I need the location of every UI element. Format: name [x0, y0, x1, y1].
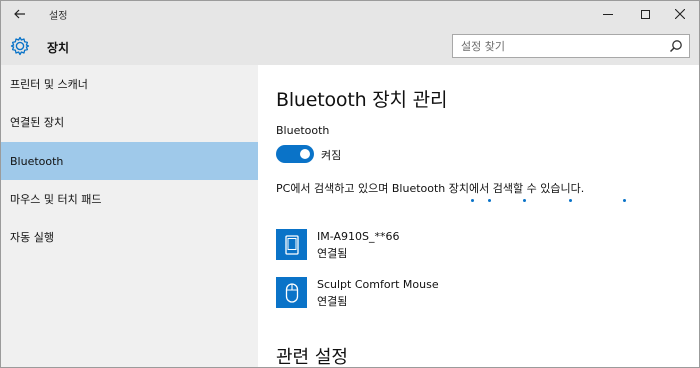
sidebar: 프린터 및 스캐너 연결된 장치 Bluetooth 마우스 및 터치 패드 자… [1, 65, 258, 367]
maximize-button[interactable] [628, 1, 662, 27]
page-header: 장치 [1, 27, 699, 65]
sidebar-item-label: Bluetooth [10, 154, 64, 168]
gear-icon [10, 36, 30, 56]
close-icon [675, 9, 685, 19]
device-item-mouse[interactable]: Sculpt Comfort Mouse 연결됨 [276, 277, 696, 311]
sidebar-item-printers-scanners[interactable]: 프린터 및 스캐너 [1, 65, 258, 103]
toggle-state-label: 켜짐 [321, 149, 342, 162]
discovery-status-text: PC에서 검색하고 있으며 Bluetooth 장치에서 검색할 수 있습니다. [276, 182, 585, 195]
sidebar-item-mouse-touchpad[interactable]: 마우스 및 터치 패드 [1, 180, 258, 218]
mouse-icon [285, 282, 298, 303]
title-bar: 설정 [1, 1, 699, 27]
sidebar-item-bluetooth[interactable]: Bluetooth [1, 142, 258, 180]
device-name: IM-A910S_**66 [317, 230, 400, 243]
device-item-phone[interactable]: IM-A910S_**66 연결됨 [276, 229, 696, 263]
sidebar-item-connected-devices[interactable]: 연결된 장치 [1, 103, 258, 141]
toggle-knob [300, 149, 310, 159]
progress-dot [569, 199, 572, 202]
settings-window: 설정 장치 프린터 및 스캐너 연결된 장치 Bluetooth 마우스 및 터… [0, 0, 700, 368]
search-icon[interactable] [669, 39, 683, 53]
page-title: Bluetooth 장치 관리 [276, 89, 448, 111]
sidebar-item-label: 마우스 및 터치 패드 [10, 193, 102, 206]
device-icon-tile [276, 229, 307, 260]
window-title: 설정 [49, 11, 68, 22]
minimize-button[interactable] [591, 1, 625, 27]
device-name: Sculpt Comfort Mouse [317, 278, 439, 291]
sidebar-item-label: 자동 실행 [10, 231, 54, 244]
maximize-icon [640, 9, 650, 19]
close-button[interactable] [663, 1, 697, 27]
sidebar-item-label: 프린터 및 스캐너 [10, 78, 88, 91]
device-status: 연결됨 [317, 295, 348, 308]
phone-icon [284, 234, 299, 255]
progress-dot [488, 199, 491, 202]
back-button[interactable] [1, 1, 39, 27]
search-box[interactable] [452, 34, 690, 58]
progress-dot [471, 199, 474, 202]
search-input[interactable] [453, 35, 663, 57]
minimize-icon [603, 13, 613, 15]
sidebar-item-label: 연결된 장치 [10, 116, 65, 129]
device-status: 연결됨 [317, 247, 348, 260]
progress-dot [523, 199, 526, 202]
bluetooth-toggle[interactable] [276, 145, 314, 163]
progress-dot [623, 199, 626, 202]
related-settings-title: 관련 설정 [276, 347, 348, 368]
sidebar-item-autoplay[interactable]: 자동 실행 [1, 218, 258, 256]
bluetooth-label: Bluetooth [276, 124, 330, 137]
main-content: Bluetooth 장치 관리 Bluetooth 켜짐 PC에서 검색하고 있… [258, 65, 699, 368]
device-icon-tile [276, 277, 307, 308]
back-arrow-icon [14, 9, 25, 19]
section-title: 장치 [47, 41, 70, 55]
